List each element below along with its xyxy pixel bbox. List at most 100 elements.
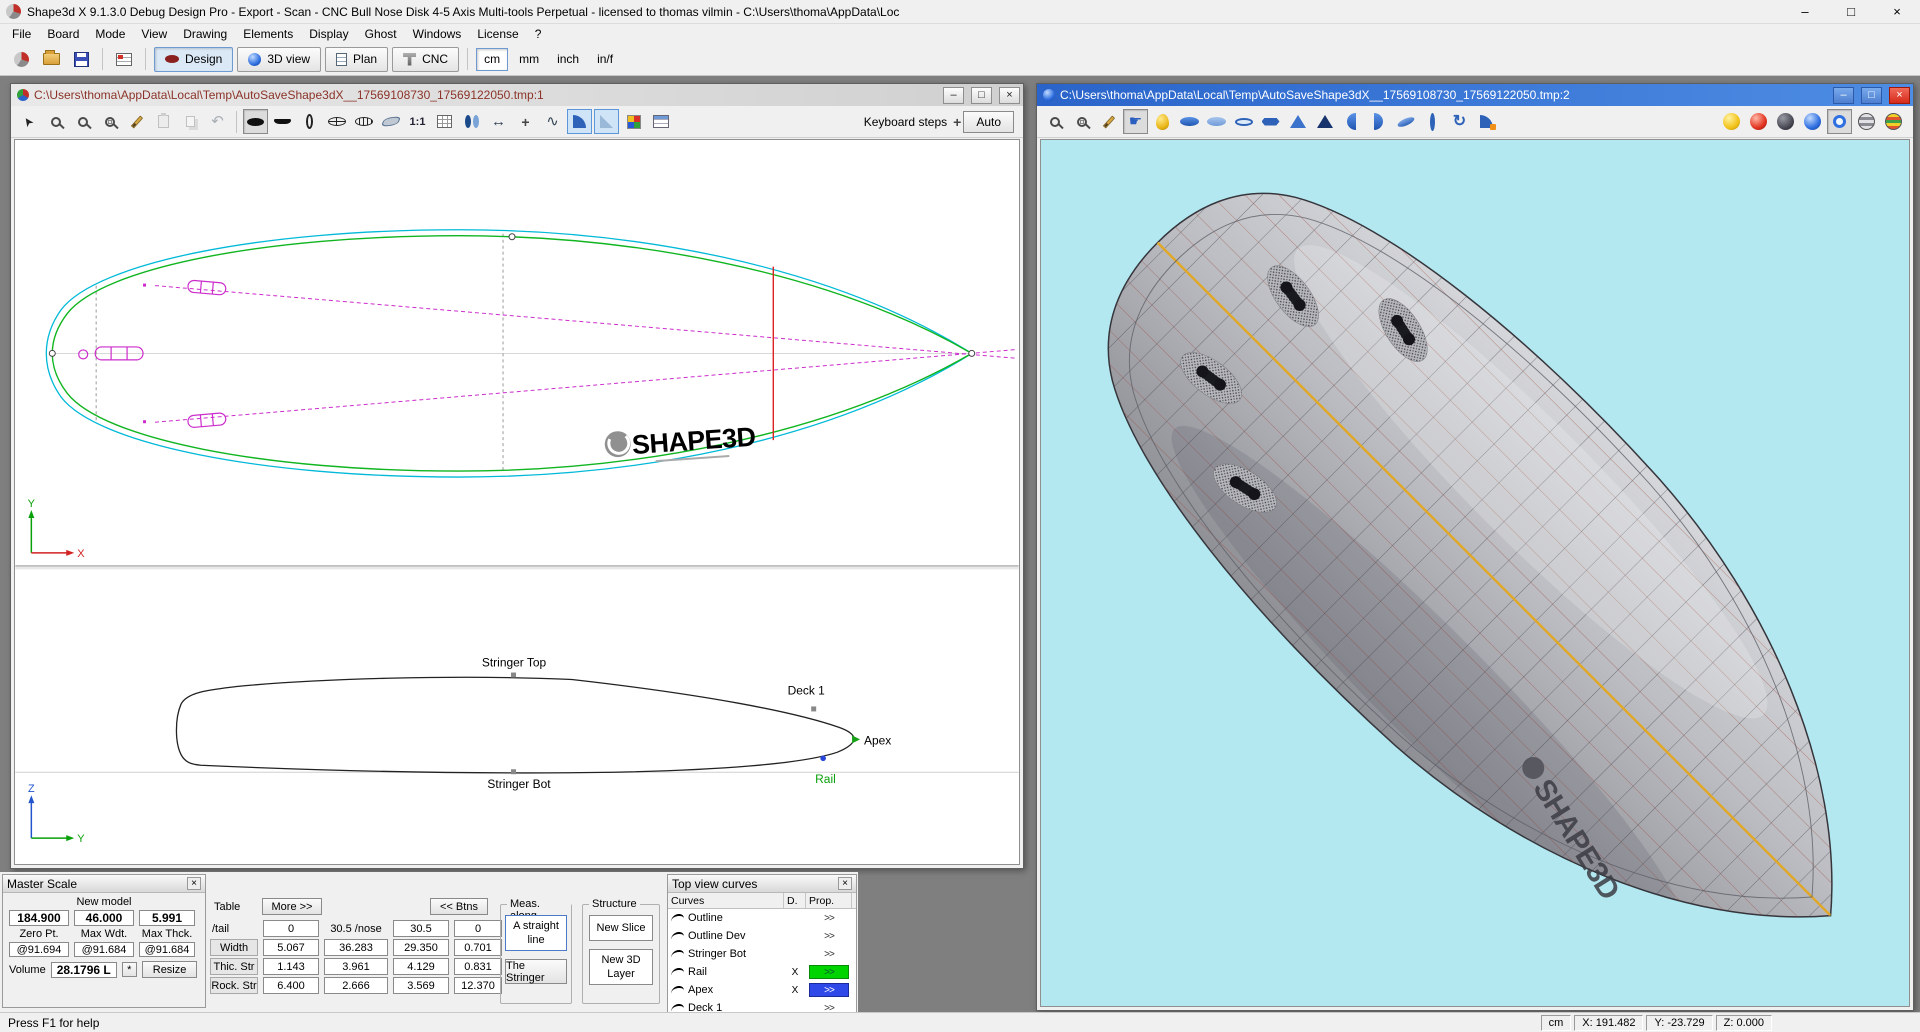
auto-button[interactable]: Auto	[963, 111, 1014, 133]
fin-plug-side-bottom[interactable]	[187, 413, 226, 428]
curves-close-button[interactable]: ×	[838, 877, 852, 890]
wireframe-view-tool[interactable]	[1827, 109, 1852, 134]
curve-row-deck-1[interactable]: Deck 1 >>	[668, 999, 856, 1012]
guide-points-tool[interactable]: +	[513, 109, 538, 134]
width-cell[interactable]: 5.067	[263, 939, 319, 956]
max-thck-at-value[interactable]: @91.684	[139, 942, 195, 957]
design-close-button[interactable]: ×	[999, 87, 1020, 104]
spec-table-tool[interactable]	[648, 109, 673, 134]
render-sphere-tool[interactable]	[1800, 109, 1825, 134]
unit-inch-button[interactable]: inch	[550, 48, 586, 71]
export-button[interactable]	[111, 46, 137, 72]
new-slice-button[interactable]: New Slice	[589, 915, 653, 941]
menu-ghost[interactable]: Ghost	[357, 27, 405, 41]
view-deck-tool[interactable]	[1204, 109, 1229, 134]
width-cell[interactable]: 36.283	[324, 939, 388, 956]
render-3d-viewport[interactable]: SHAPE3D	[1040, 139, 1910, 1007]
outline-axes-tool[interactable]	[324, 109, 349, 134]
master-scale-titlebar[interactable]: Master Scale ×	[3, 875, 205, 893]
pane-divider[interactable]	[15, 566, 1018, 570]
fin-guide-line-bottom[interactable]	[155, 349, 1018, 422]
view-half-left-tool[interactable]	[1339, 109, 1364, 134]
control-point-wide[interactable]	[509, 234, 515, 240]
menu-license[interactable]: License	[469, 27, 526, 41]
thickness-cell[interactable]: 0.831	[454, 958, 502, 975]
view-outline-tool[interactable]	[1231, 109, 1256, 134]
app-logo-button[interactable]	[8, 46, 34, 72]
menu-display[interactable]: Display	[301, 27, 356, 41]
unit-cm-button[interactable]: cm	[476, 48, 508, 71]
menu-view[interactable]: View	[133, 27, 175, 41]
pos-cell[interactable]: 30.5	[393, 920, 449, 937]
width-cell[interactable]: 29.350	[393, 939, 449, 956]
render-minimize-button[interactable]: –	[1833, 87, 1854, 104]
view-tail-tool[interactable]	[1312, 109, 1337, 134]
width-value[interactable]: 46.000	[74, 910, 134, 926]
view-side-tool[interactable]	[1420, 109, 1445, 134]
apex-marker[interactable]	[852, 735, 860, 743]
render-3d-titlebar[interactable]: C:\Users\thoma\AppData\Local\Temp\AutoSa…	[1037, 84, 1913, 106]
curve-d-flag[interactable]: X	[784, 967, 806, 978]
the-stringer-button[interactable]: The Stringer	[505, 959, 567, 984]
render-striped-tool[interactable]	[1854, 109, 1879, 134]
rail-point[interactable]	[820, 755, 826, 761]
curve-row-outline[interactable]: Outline >>	[668, 909, 856, 927]
cnc-button[interactable]: CNC	[392, 47, 459, 72]
control-point-nose[interactable]	[969, 350, 975, 356]
curve-prop-button[interactable]: >>	[809, 965, 849, 979]
menu-board[interactable]: Board	[39, 27, 87, 41]
measure-tool[interactable]: ↔	[486, 109, 511, 134]
curve-row-outline-dev[interactable]: Outline Dev >>	[668, 927, 856, 945]
profile-view-tool[interactable]	[270, 109, 295, 134]
view-half-right-tool[interactable]	[1366, 109, 1391, 134]
curve-prop-button[interactable]: >>	[809, 983, 849, 997]
fin-box-tool[interactable]	[567, 109, 592, 134]
view-perspective-tool[interactable]	[1393, 109, 1418, 134]
stringer-top-marker[interactable]	[511, 673, 516, 678]
new-3d-layer-button[interactable]: New 3D Layer	[589, 949, 653, 985]
design-canvas[interactable]: SHAPE3D Y X	[14, 139, 1020, 865]
fin-guide-point[interactable]	[143, 284, 146, 287]
leash-plug[interactable]	[79, 350, 88, 359]
render-close-button[interactable]: ×	[1889, 87, 1910, 104]
stringer-bot-marker[interactable]	[511, 769, 516, 774]
edit-tool[interactable]	[124, 109, 149, 134]
render-color-striped-tool[interactable]	[1881, 109, 1906, 134]
menu-mode[interactable]: Mode	[87, 27, 133, 41]
rotate-view-tool[interactable]: ↻	[1447, 109, 1472, 134]
save-button[interactable]	[68, 46, 94, 72]
more-button[interactable]: More >>	[262, 898, 322, 915]
design-mode-button[interactable]: Design	[154, 47, 233, 72]
curve-prop-button[interactable]: >>	[809, 1001, 849, 1012]
fin-guide-point[interactable]	[143, 420, 146, 423]
menu-drawing[interactable]: Drawing	[175, 27, 235, 41]
zoom-select-tool[interactable]	[43, 109, 68, 134]
outline-view-tool[interactable]	[243, 109, 268, 134]
curve-row-stringer-bot[interactable]: Stringer Bot >>	[668, 945, 856, 963]
render-smiley-dark-tool[interactable]	[1773, 109, 1798, 134]
paste-tool[interactable]	[151, 109, 176, 134]
set-square-tool[interactable]	[594, 109, 619, 134]
render-smiley-tool[interactable]	[1719, 109, 1744, 134]
menu-elements[interactable]: Elements	[235, 27, 301, 41]
view-bottom-yellow-tool[interactable]	[1150, 109, 1175, 134]
curve-row-rail[interactable]: Rail X >>	[668, 963, 856, 981]
design-minimize-button[interactable]: –	[943, 87, 964, 104]
fin-plug-side-top[interactable]	[187, 280, 226, 295]
board-3d-tool[interactable]	[378, 109, 403, 134]
edit-tool[interactable]	[1096, 109, 1121, 134]
zoom-tool[interactable]	[1042, 109, 1067, 134]
curves-titlebar[interactable]: Top view curves ×	[668, 875, 856, 893]
width-cell[interactable]: 0.701	[454, 939, 502, 956]
rocker-cell[interactable]: 12.370	[454, 977, 502, 994]
pos-cell[interactable]: 0	[454, 920, 502, 937]
menu-windows[interactable]: Windows	[405, 27, 470, 41]
pos-cell[interactable]: 0	[263, 920, 319, 937]
undo-tool[interactable]: ↶	[205, 109, 230, 134]
design-restore-button[interactable]: □	[971, 87, 992, 104]
scale-1-1-tool[interactable]: 1:1	[405, 109, 430, 134]
unit-inf-button[interactable]: in/f	[590, 48, 620, 71]
profile-curve[interactable]	[176, 677, 854, 773]
select-tool[interactable]: ➤	[16, 109, 41, 134]
rocker-cell[interactable]: 3.569	[393, 977, 449, 994]
